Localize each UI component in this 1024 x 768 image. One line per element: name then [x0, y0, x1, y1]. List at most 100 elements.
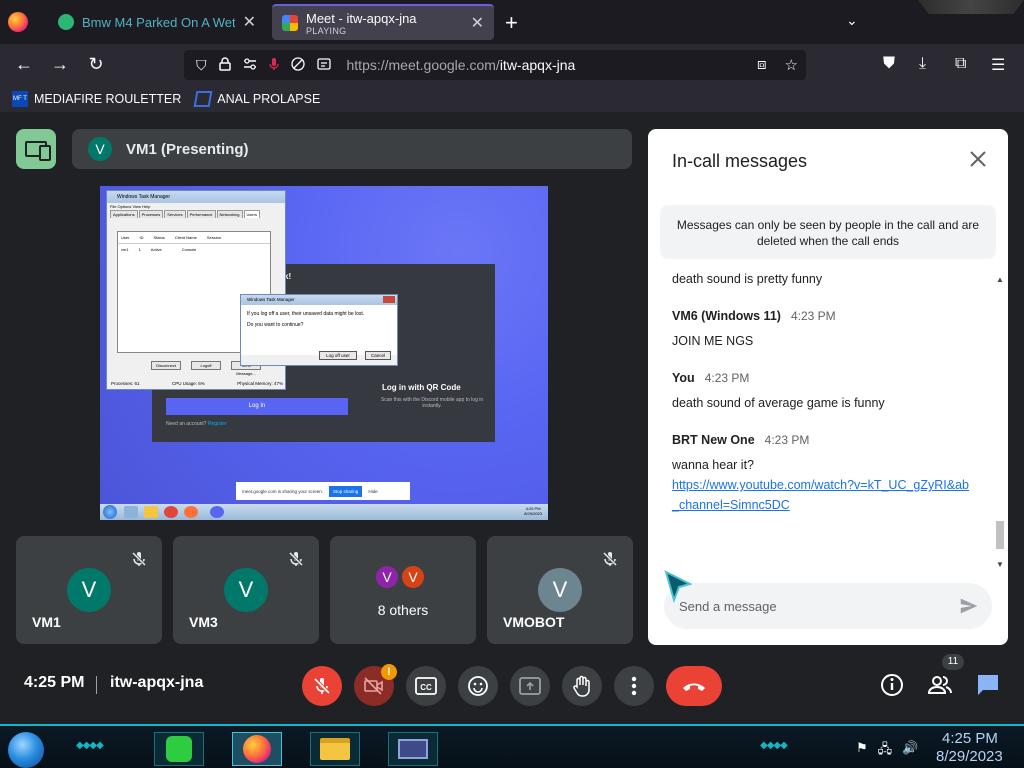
lock-icon[interactable] — [218, 56, 231, 74]
taskbar-app-explorer[interactable] — [310, 732, 360, 766]
presentation-icon[interactable] — [16, 129, 56, 169]
taskbar-app-notes[interactable] — [154, 732, 204, 766]
reactions-button[interactable] — [458, 666, 498, 706]
remote-discord-icon — [210, 506, 224, 518]
url-bar[interactable]: ⛉ https://meet.google.com/itw-apqx-jna ⧈… — [184, 50, 806, 80]
participant-tile-vmobot[interactable]: V VMOBOT — [487, 536, 633, 644]
taskbar-decoration: ◆◆◆◆ — [760, 740, 788, 751]
reader-view-icon[interactable] — [316, 57, 331, 73]
leave-call-button[interactable] — [666, 666, 722, 706]
camera-blocked-icon[interactable] — [290, 56, 305, 74]
participant-name: VM1 — [32, 614, 61, 630]
forward-button[interactable]: → — [49, 54, 71, 75]
close-icon[interactable] — [966, 147, 990, 171]
participant-name: VMOBOT — [503, 614, 565, 630]
presenter-label: VM1 (Presenting) — [126, 140, 249, 158]
tab-meet[interactable]: Meet - itw-apqx-jna PLAYING ✕ — [272, 4, 494, 40]
system-clock-time[interactable]: 4:25 PM — [942, 730, 998, 747]
task-manager-status: Processes: 61 CPU Usage: 6% Physical Mem… — [111, 381, 283, 386]
permissions-icon[interactable] — [243, 57, 257, 73]
people-icon[interactable] — [927, 672, 953, 698]
stop-sharing-button: Stop sharing — [329, 485, 363, 497]
meet-stage: V VM1 (Presenting) Log In Need an accoun… — [0, 112, 1024, 724]
meet-favicon-icon — [282, 15, 298, 31]
chat-panel-title: In-call messages — [672, 151, 808, 171]
list-tabs-icon[interactable]: ⌄ — [846, 12, 858, 29]
tab-bmw[interactable]: Bmw M4 Parked On A Wet Roa ✕ — [48, 4, 266, 40]
folder-app-icon — [320, 738, 350, 760]
back-button[interactable]: ← — [13, 54, 35, 75]
new-tab-button[interactable]: + — [505, 10, 518, 36]
tracking-shield-icon[interactable]: ⛉ — [196, 57, 207, 74]
mic-off-icon — [313, 677, 331, 695]
divider — [96, 676, 97, 694]
discord-qr-title: Log in with QR Code — [382, 383, 461, 392]
mic-toggle-button[interactable] — [302, 666, 342, 706]
more-options-button[interactable] — [614, 666, 654, 706]
chat-message-input[interactable]: Send a message — [664, 583, 992, 629]
participant-tile-vm1[interactable]: V VM1 — [16, 536, 162, 644]
message-text: JOIN ME NGS — [672, 334, 754, 348]
pocket-icon[interactable]: ⛊ — [883, 55, 895, 73]
url-actions: ⧈ ☆ — [757, 56, 798, 74]
muted-mic-icon — [602, 551, 618, 567]
tm-col: Session — [206, 235, 222, 240]
tm-status-item: Processes: 61 — [111, 381, 140, 386]
emoji-icon — [468, 676, 488, 696]
menu-icon[interactable]: ☰ — [991, 55, 1005, 75]
tab-close-icon[interactable]: ✕ — [471, 13, 484, 33]
url-domain: https://meet.google.com/ — [346, 57, 500, 73]
captions-button[interactable]: CC — [406, 666, 446, 706]
start-button[interactable] — [8, 732, 44, 768]
firefox-app-icon — [243, 735, 271, 763]
task-manager-tabs: Applications Processes Services Performa… — [107, 210, 285, 218]
scroll-down-icon[interactable]: ▼ — [994, 560, 1006, 569]
camera-off-icon — [364, 677, 383, 695]
participant-tile-others[interactable]: V V 8 others — [330, 536, 476, 644]
chat-scrollbar[interactable]: ▲ ▼ — [994, 275, 1006, 569]
meeting-clock: 4:25 PM — [24, 674, 85, 691]
participant-avatar: V — [538, 568, 582, 612]
logoff-dialog: Windows Task Manager If you log off a us… — [240, 294, 398, 366]
tm-tab: Applications — [110, 210, 138, 218]
send-icon[interactable] — [958, 595, 980, 617]
tab-text: Meet - itw-apqx-jna PLAYING — [306, 11, 463, 36]
microphone-active-icon[interactable] — [268, 57, 279, 74]
info-icon[interactable] — [879, 672, 905, 698]
action-center-icon[interactable]: ⚑ — [856, 740, 868, 762]
download-icon[interactable]: ⤓ — [919, 55, 926, 73]
others-count-label: 8 others — [377, 602, 429, 618]
raise-hand-button[interactable] — [562, 666, 602, 706]
remote-start-icon — [103, 505, 117, 519]
tm-tab: Networking — [216, 210, 243, 218]
scroll-up-icon[interactable]: ▲ — [994, 275, 1006, 284]
bookmark-star-icon[interactable]: ☆ — [785, 56, 798, 74]
present-button[interactable] — [510, 666, 550, 706]
system-clock-date[interactable]: 8/29/2023 — [936, 748, 1003, 765]
volume-icon[interactable]: 🔊 — [902, 740, 918, 762]
notes-app-icon — [166, 736, 192, 762]
chat-icon[interactable] — [975, 672, 1001, 698]
people-count-badge: 11 — [942, 654, 964, 670]
taskbar-app-firefox[interactable] — [232, 732, 282, 766]
scroll-thumb[interactable] — [996, 521, 1004, 549]
tab-close-icon[interactable]: ✕ — [243, 12, 256, 32]
reload-button[interactable]: ↻ — [85, 54, 107, 75]
message-text: death sound is pretty funny — [672, 272, 823, 286]
tm-tab: Users — [243, 210, 260, 218]
participant-tile-vm3[interactable]: V VM3 — [173, 536, 319, 644]
meeting-code: itw-apqx-jna — [110, 674, 204, 691]
shared-screen[interactable]: Log In Need an account? Register Log in … — [100, 186, 548, 520]
taskbar-app-window[interactable] — [388, 732, 438, 766]
bookmark-second[interactable]: ANAL PROLAPSE — [193, 91, 320, 107]
chat-input-placeholder: Send a message — [679, 598, 777, 614]
remote-app-icon — [124, 506, 138, 518]
extensions-icon[interactable]: ⧉ — [955, 55, 966, 73]
bookmark-mediafire[interactable]: MF T MEDIAFIRE ROULETTER — [12, 91, 181, 107]
tab-title: Bmw M4 Parked On A Wet Roa — [82, 14, 235, 30]
dialog-question: Do you want to continue? — [247, 322, 304, 328]
message-link[interactable]: https://www.youtube.com/watch?v=kT_UC_gZ… — [672, 475, 972, 515]
pip-icon[interactable]: ⧈ — [757, 56, 767, 74]
network-icon[interactable]: 🖧 — [878, 740, 893, 762]
tab-favicon-icon — [58, 14, 74, 30]
